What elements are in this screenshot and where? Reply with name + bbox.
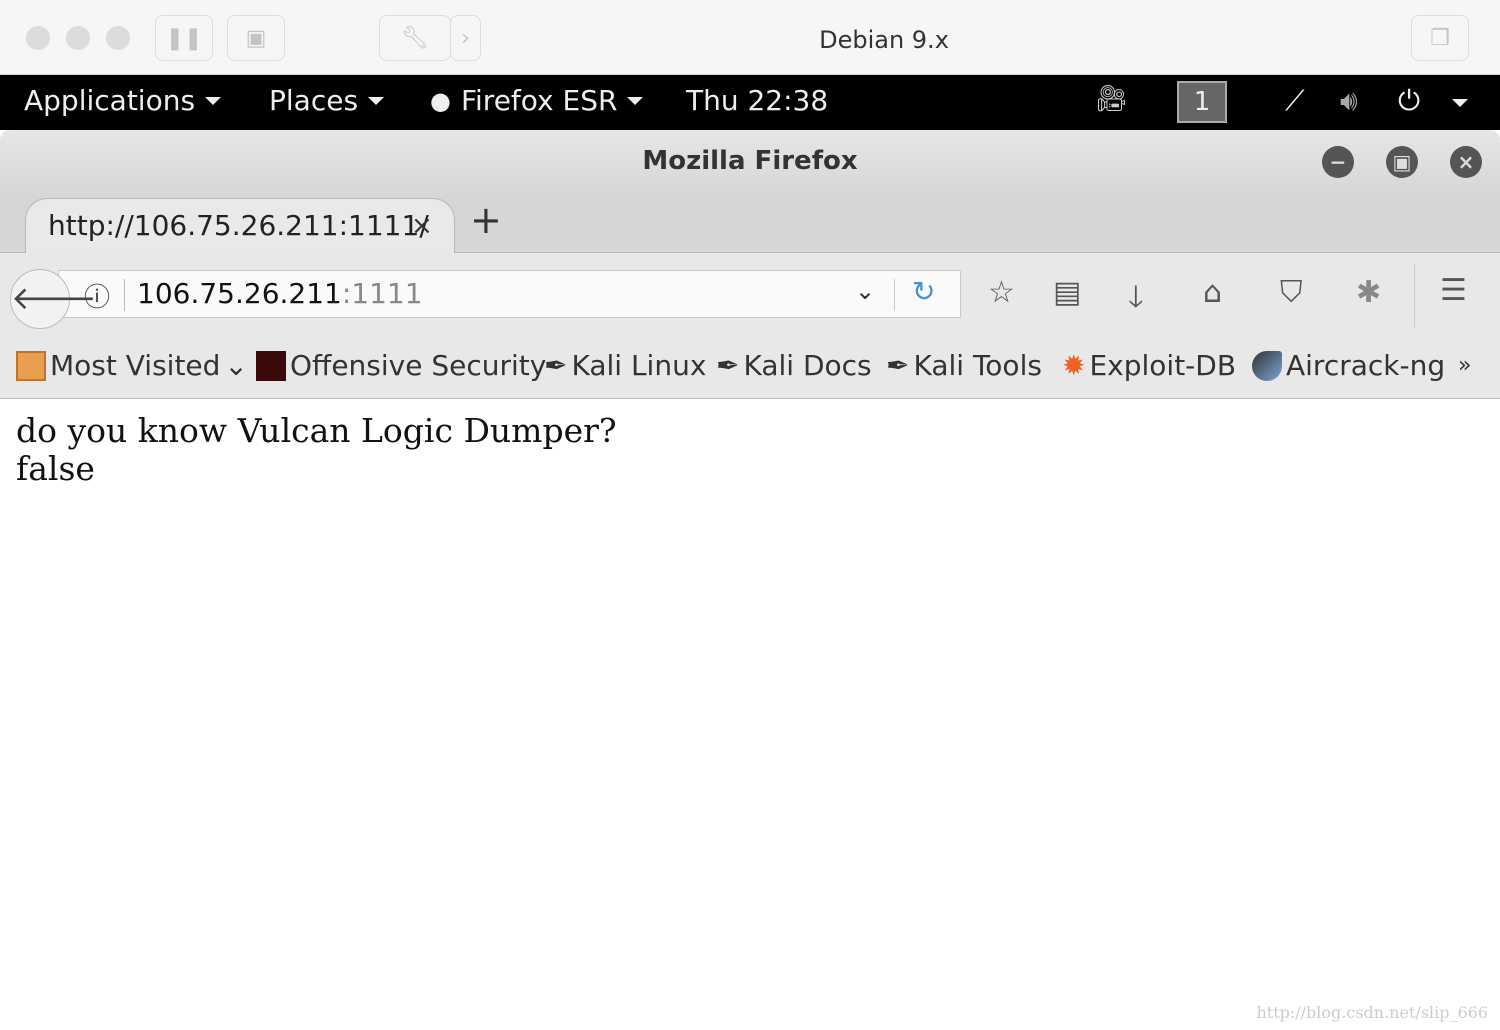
close-icon[interactable]: × [1450, 146, 1482, 178]
window-title: Mozilla Firefox [642, 146, 858, 176]
bookmark-exploit-db[interactable]: ✹ Exploit-DB [1062, 349, 1236, 382]
menu-hamburger-icon[interactable]: ☰ [1440, 273, 1467, 308]
bookmark-kali-docs[interactable]: ✒︎ Kali Docs [716, 349, 872, 382]
applications-menu[interactable]: Applications [24, 84, 222, 117]
app-menu[interactable]: ● Firefox ESR [430, 84, 644, 117]
bookmark-most-visited[interactable]: Most Visited ⌄ [16, 349, 248, 382]
video-camera-icon[interactable]: 🎥︎ [1095, 84, 1128, 114]
bookmark-label: Kali Linux [571, 349, 707, 382]
window-restore-icon[interactable]: ❐ [1411, 15, 1469, 61]
firefox-icon: ● [430, 86, 451, 115]
divider [124, 279, 125, 311]
bookmarks-overflow-button[interactable]: » [1458, 353, 1471, 378]
kali-icon: ✒︎ [544, 349, 568, 382]
workspace-indicator[interactable]: 1 [1177, 81, 1227, 123]
volume-icon[interactable]: 🔊︎ [1340, 84, 1358, 118]
url-bar[interactable]: ⓘ 106.75.26.211:1111 ⌄ ↻ [58, 270, 961, 318]
page-content: do you know Vulcan Logic Dumper? false [16, 412, 617, 488]
new-tab-button[interactable]: + [470, 198, 502, 242]
tab-close-icon[interactable]: × [411, 211, 433, 241]
bookmark-label: Most Visited [50, 349, 221, 382]
download-icon[interactable]: 🡓 [1128, 275, 1144, 326]
gnome-top-bar: Applications Places ● Firefox ESR Thu 22:… [0, 75, 1500, 130]
tab-active[interactable]: http://106.75.26.211:1111/ × [25, 198, 455, 254]
caret-down-icon [368, 96, 385, 105]
caret-down-icon [205, 96, 222, 105]
tab-title: http://106.75.26.211:1111/ [48, 209, 429, 242]
app-label: Firefox ESR [460, 84, 618, 117]
maximize-icon[interactable]: ▣ [1386, 146, 1418, 178]
bookmark-label: Offensive Security [290, 349, 547, 382]
offsec-icon [256, 350, 286, 381]
pocket-icon[interactable]: ⛉ [1280, 275, 1303, 310]
reload-icon[interactable]: ↻ [912, 275, 935, 308]
bookmarks-list-icon[interactable]: ▤ [1053, 275, 1081, 310]
home-icon[interactable]: ⌂ [1203, 275, 1222, 310]
bookmark-label: Exploit-DB [1089, 349, 1237, 382]
url-port: :1111 [341, 277, 423, 310]
power-icon[interactable]: ⏻ [1398, 84, 1420, 118]
bookmarks-toolbar: Most Visited ⌄ Offensive Security ✒︎ Kali … [0, 335, 1500, 399]
aircrack-icon [1252, 350, 1282, 381]
chevron-down-icon[interactable]: ⌄ [855, 277, 875, 305]
tab-strip: http://106.75.26.211:1111/ × [0, 195, 1500, 254]
minimize-icon[interactable]: − [1322, 146, 1354, 178]
divider [1414, 263, 1415, 327]
system-menu-caret-icon[interactable] [1452, 99, 1468, 107]
bookmark-label: Kali Tools [913, 349, 1042, 382]
vm-titlebar: ❚❚ ▣ 🔧︎ › Debian 9.x ❐ [0, 0, 1500, 75]
page-text-line: do you know Vulcan Logic Dumper? [16, 411, 617, 450]
bookmark-label: Kali Docs [743, 349, 872, 382]
bookmark-star-icon[interactable]: ☆ [988, 275, 1015, 310]
bookmark-offensive-security[interactable]: Offensive Security [256, 349, 546, 382]
bookmark-kali-linux[interactable]: ✒︎ Kali Linux [544, 349, 706, 382]
clock[interactable]: Thu 22:38 [686, 84, 828, 117]
applications-label: Applications [24, 84, 196, 117]
kali-icon: ✒︎ [886, 349, 910, 382]
extension-bug-icon[interactable]: ✱ [1356, 275, 1381, 310]
kali-icon: ✒︎ [716, 349, 740, 382]
caret-down-icon [627, 96, 644, 105]
navigation-toolbar: 🡐 ⓘ 106.75.26.211:1111 ⌄ ↻ ☆ ▤ 🡓 ⌂ ⛉ ✱ ☰ [0, 253, 1500, 335]
bookmark-kali-tools[interactable]: ✒︎ Kali Tools [886, 349, 1042, 382]
places-label: Places [269, 84, 359, 117]
back-button[interactable]: 🡐 [10, 269, 97, 329]
chevron-down-icon: ⌄ [224, 349, 248, 382]
folder-icon [16, 350, 46, 381]
exploitdb-icon: ✹ [1062, 349, 1086, 382]
divider [894, 279, 895, 311]
bookmark-aircrack-ng[interactable]: Aircrack-ng [1252, 349, 1445, 382]
url-text[interactable]: 106.75.26.211:1111 [137, 277, 423, 310]
vm-title: Debian 9.x [819, 26, 949, 54]
page-text-line: false [16, 449, 95, 488]
url-host: 106.75.26.211 [137, 277, 342, 310]
network-wired-icon[interactable]: ⟋ [1285, 84, 1305, 118]
firefox-titlebar: Mozilla Firefox − ▣ × [0, 130, 1500, 198]
bookmark-label: Aircrack-ng [1286, 349, 1446, 382]
places-menu[interactable]: Places [269, 84, 385, 117]
watermark: http://blog.csdn.net/slip_666 [1256, 1003, 1488, 1022]
